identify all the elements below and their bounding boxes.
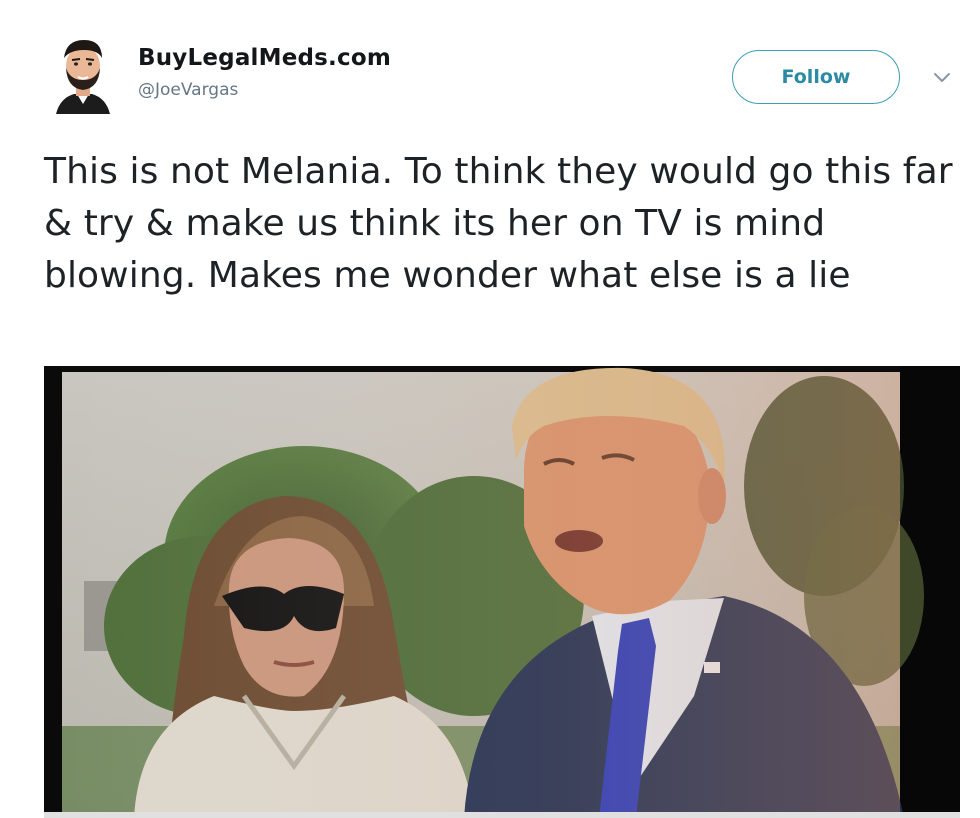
author-display-name[interactable]: BuyLegalMeds.com <box>138 44 391 72</box>
tweet-card: BuyLegalMeds.com @JoeVargas Follow This … <box>0 0 980 818</box>
author-handle[interactable]: @JoeVargas <box>138 80 391 100</box>
cartoon-avatar-icon <box>56 40 110 114</box>
tweet-media[interactable] <box>44 366 960 818</box>
author-info: BuyLegalMeds.com @JoeVargas <box>138 44 391 100</box>
chevron-down-icon[interactable] <box>932 70 952 84</box>
tweet-text: This is not Melania. To think they would… <box>44 151 953 296</box>
tv-screen-photo <box>44 366 960 818</box>
avatar[interactable] <box>54 36 112 114</box>
follow-button[interactable]: Follow <box>732 50 900 104</box>
